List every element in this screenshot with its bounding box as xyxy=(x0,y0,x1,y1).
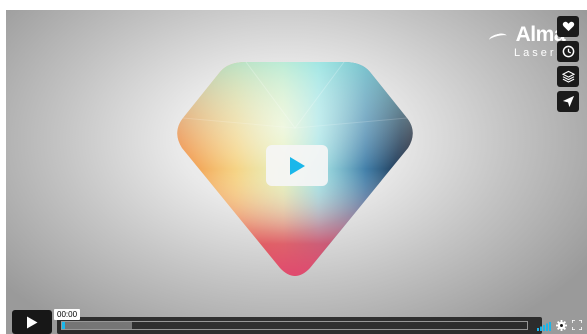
control-bar: 00:00 xyxy=(6,300,587,334)
progress-buffered xyxy=(62,322,133,329)
like-button[interactable] xyxy=(557,16,579,37)
play-button[interactable] xyxy=(12,310,52,334)
clock-icon xyxy=(562,45,574,58)
heart-icon xyxy=(562,21,574,32)
play-icon xyxy=(27,316,38,328)
watch-later-button[interactable] xyxy=(557,41,579,62)
fullscreen-icon[interactable] xyxy=(572,320,582,330)
progress-played xyxy=(62,322,65,329)
volume-icon[interactable] xyxy=(537,322,551,331)
share-button[interactable] xyxy=(557,91,579,112)
video-player: Alma Lasers 00:00 xyxy=(0,0,587,334)
layers-icon xyxy=(561,70,575,83)
play-icon xyxy=(290,156,305,175)
video-frame[interactable]: Alma Lasers xyxy=(6,10,587,334)
paper-plane-icon xyxy=(562,95,574,108)
big-play-button[interactable] xyxy=(266,145,328,186)
collections-button[interactable] xyxy=(557,66,579,87)
gear-icon[interactable] xyxy=(556,320,567,331)
time-display: 00:00 xyxy=(54,309,81,320)
